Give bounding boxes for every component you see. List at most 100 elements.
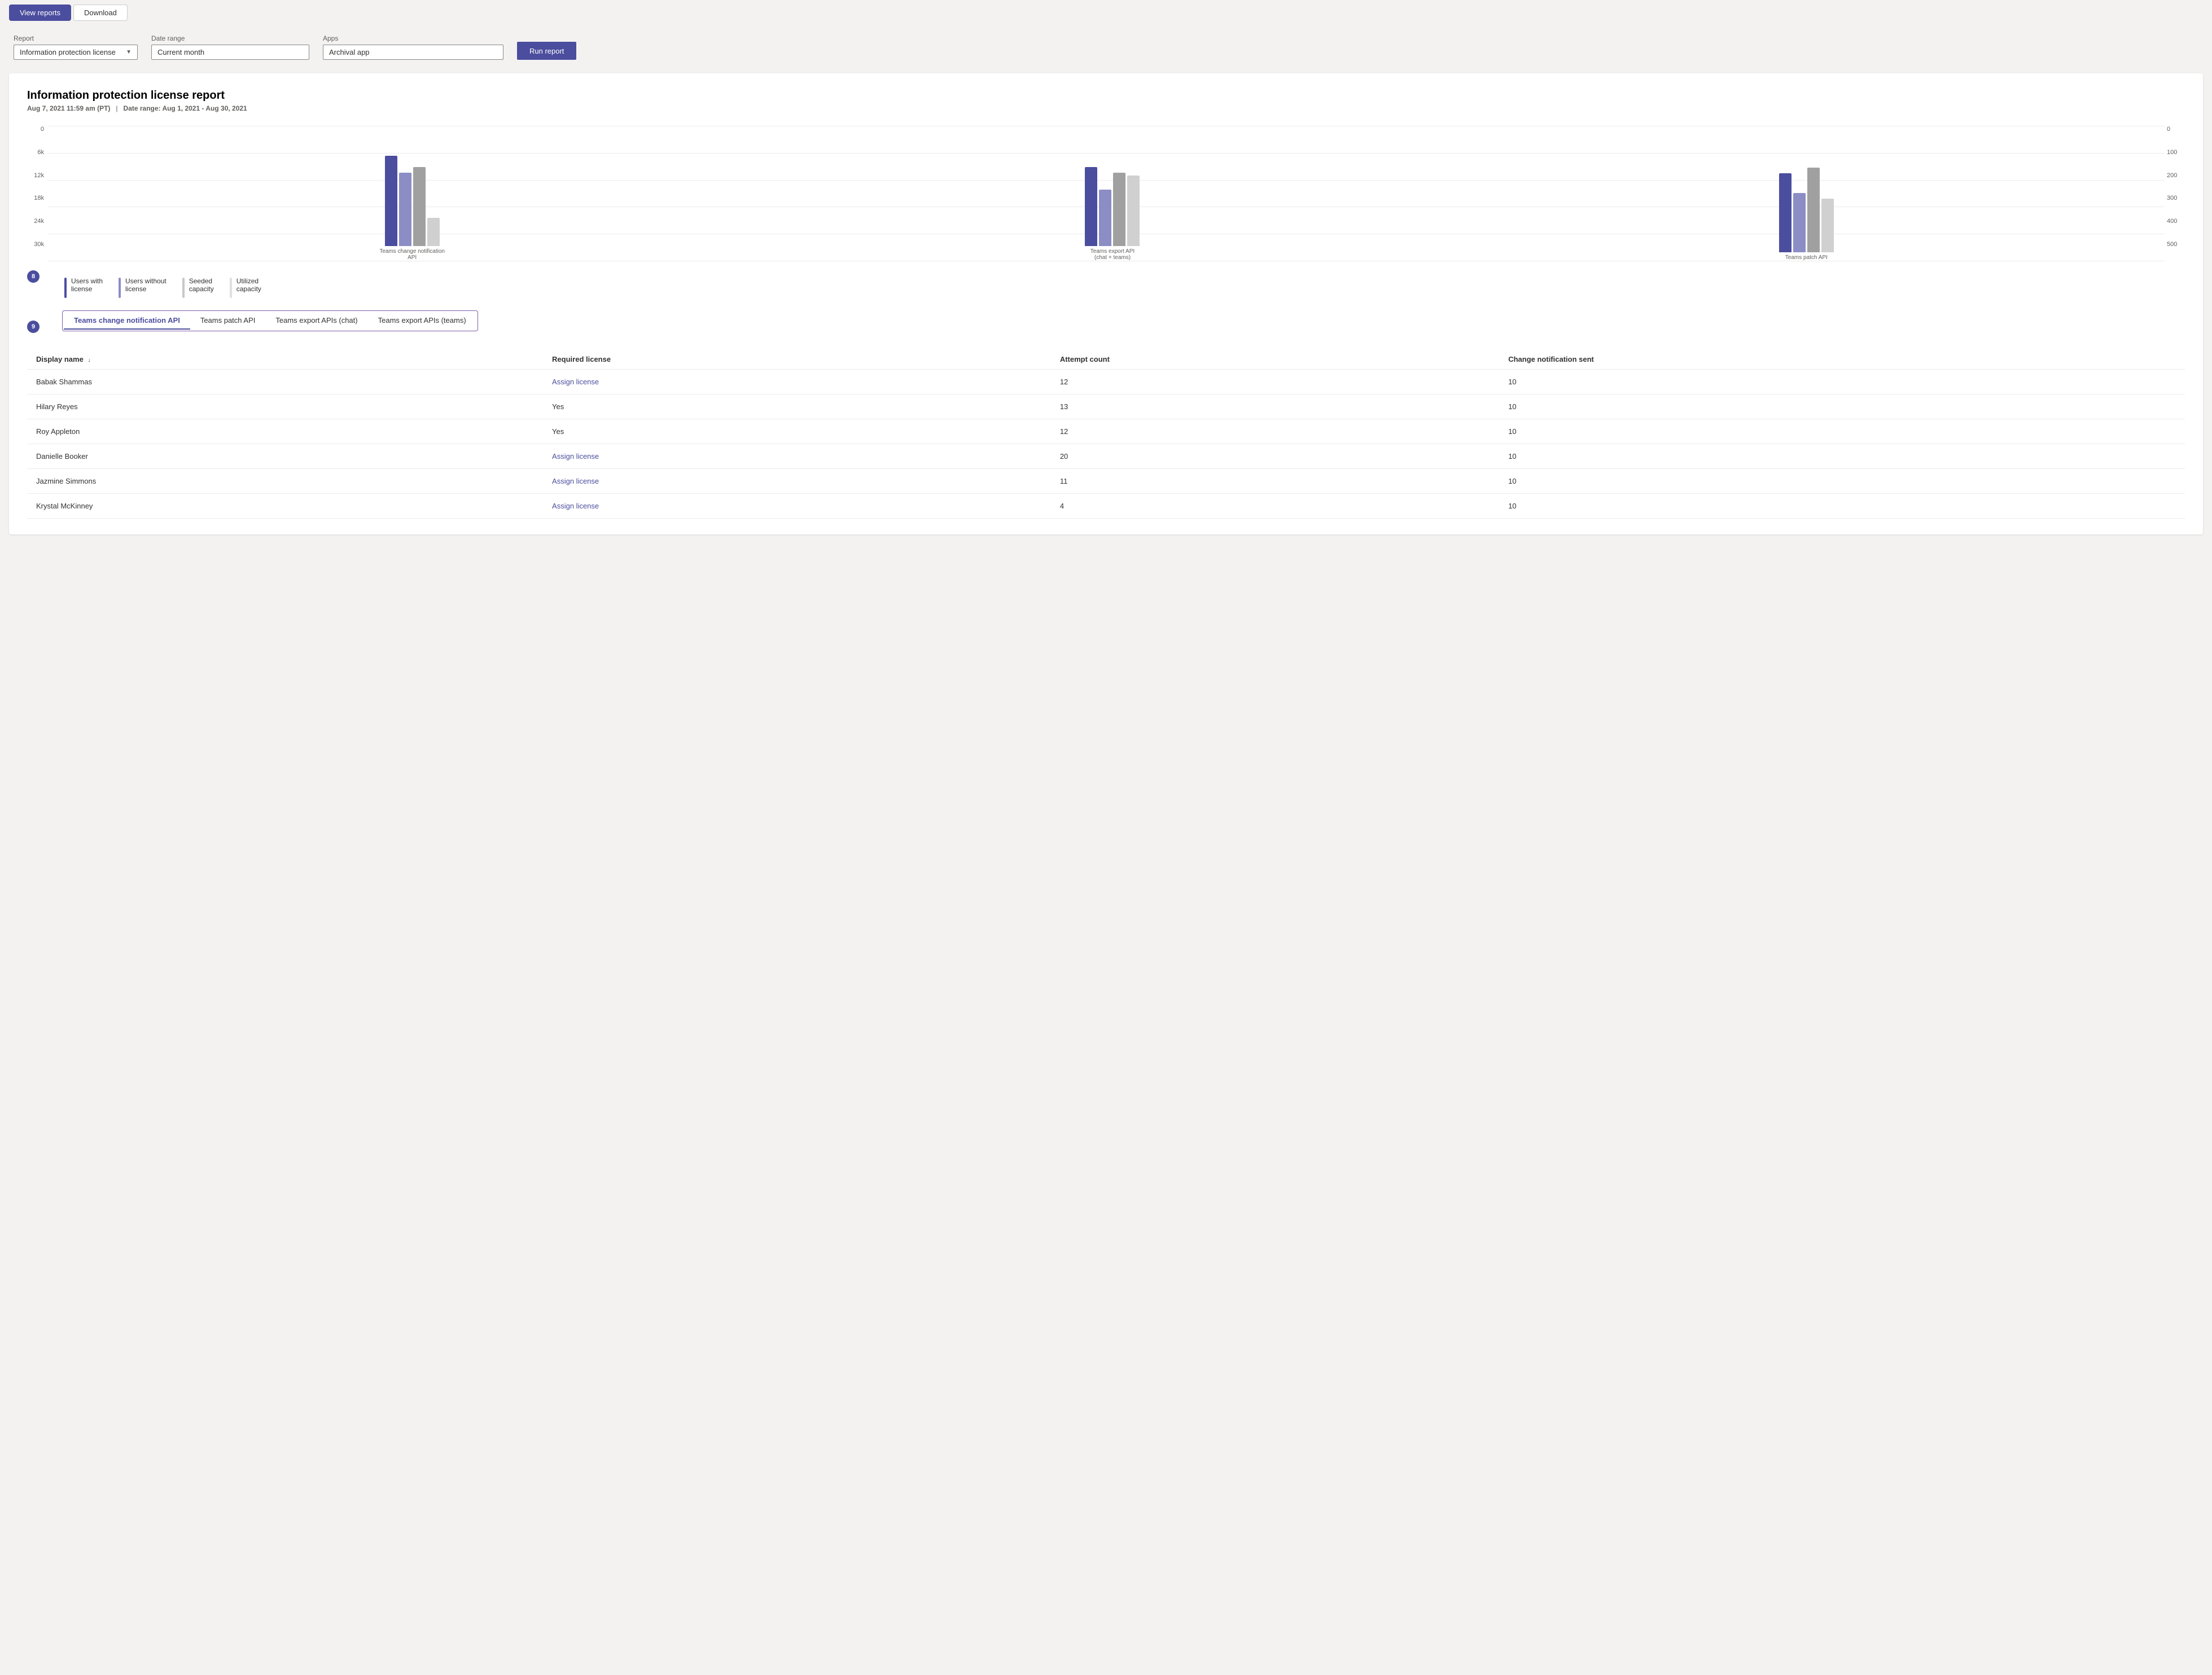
filter-bar: Report Information protection license ▼ … (0, 25, 2212, 69)
bar-group-teams-patch: Teams patch API (1779, 168, 1834, 261)
col-required-license: Required license (543, 349, 1051, 370)
bar-users-without-license (399, 173, 411, 246)
table-row: Krystal McKinney Assign license 410 (27, 494, 2185, 519)
chart-body: Teams change notification API Teams expo… (47, 126, 2165, 261)
tab-teams-patch[interactable]: Teams patch API (190, 312, 266, 330)
download-button[interactable]: Download (73, 5, 128, 21)
legend-label-utilized: Utilizedcapacity (236, 277, 261, 293)
date-range-filter-group: Date range Current month (151, 34, 309, 60)
cell-attempt-count: 12 (1051, 419, 1499, 444)
cell-required-license: Assign license (543, 494, 1051, 519)
legend-row: 8 Users withlicense Users withoutlicense… (27, 270, 2185, 309)
cell-display-name: Hilary Reyes (27, 394, 543, 419)
cell-display-name: Babak Shammas (27, 370, 543, 394)
cell-attempt-count: 4 (1051, 494, 1499, 519)
cell-required-license: Yes (543, 394, 1051, 419)
cell-change-notification-sent: 10 (1499, 394, 2185, 419)
legend-label-users-with: Users withlicense (71, 277, 103, 293)
assign-license-link[interactable]: Assign license (552, 378, 599, 386)
legend-item-users-with-license: Users withlicense (64, 277, 103, 298)
report-card: Information protection license report Au… (9, 73, 2203, 534)
cell-change-notification-sent: 10 (1499, 370, 2185, 394)
bar-utilized-capacity (427, 218, 440, 246)
report-select[interactable]: Information protection license ▼ (14, 45, 138, 60)
bar-group-label-2: Teams export API(chat + teams) (1090, 248, 1135, 261)
bar-patch-seeded (1807, 168, 1820, 252)
col-attempt-count: Attempt count (1051, 349, 1499, 370)
cell-display-name: Krystal McKinney (27, 494, 543, 519)
cell-attempt-count: 12 (1051, 370, 1499, 394)
bars-teams-export (1085, 167, 1140, 246)
bar-group-teams-export: Teams export API(chat + teams) (1085, 167, 1140, 261)
cell-display-name: Jazmine Simmons (27, 469, 543, 494)
chart-grid: 30k 24k 18k 12k 6k 0 (27, 126, 2185, 261)
date-range-select[interactable]: Current month (151, 45, 309, 60)
tab-teams-change-notification[interactable]: Teams change notification API (64, 312, 190, 330)
cell-attempt-count: 20 (1051, 444, 1499, 469)
bar-export-utilized (1127, 176, 1140, 246)
assign-license-link[interactable]: Assign license (552, 452, 599, 461)
cell-display-name: Danielle Booker (27, 444, 543, 469)
legend-label-seeded: Seededcapacity (189, 277, 214, 293)
tab-teams-export-teams[interactable]: Teams export APIs (teams) (368, 312, 476, 330)
tabs-row: 9 Teams change notification API Teams pa… (27, 310, 2185, 343)
cell-change-notification-sent: 10 (1499, 444, 2185, 469)
bars-teams-change (385, 156, 440, 246)
bar-group-teams-change: Teams change notification API (378, 156, 446, 261)
bars-teams-patch (1779, 168, 1834, 252)
cell-attempt-count: 11 (1051, 469, 1499, 494)
data-table: Display name ↓ Required license Attempt … (27, 349, 2185, 519)
legend-color-seeded (182, 278, 185, 298)
tab-teams-export-chat[interactable]: Teams export APIs (chat) (265, 312, 367, 330)
run-report-button[interactable]: Run report (517, 42, 576, 60)
report-date-range-value: Aug 1, 2021 - Aug 30, 2021 (162, 104, 247, 112)
bar-patch-utilized (1821, 199, 1834, 252)
bar-export-users-with (1085, 167, 1097, 246)
assign-license-link[interactable]: Assign license (552, 502, 599, 510)
bar-seeded-capacity (413, 167, 426, 246)
apps-filter-group: Apps Archival app (323, 34, 503, 60)
legend-item-seeded-capacity: Seededcapacity (182, 277, 214, 298)
y-axis-left: 30k 24k 18k 12k 6k 0 (27, 126, 47, 261)
step-8-badge: 8 (27, 270, 40, 283)
report-date-range-label: Date range: (124, 104, 163, 112)
apps-select-value: Archival app (329, 48, 497, 56)
y-axis-right: 500 400 300 200 100 0 (2165, 126, 2185, 261)
cell-display-name: Roy Appleton (27, 419, 543, 444)
legend-color-users-without (119, 278, 121, 298)
col-display-name[interactable]: Display name ↓ (27, 349, 543, 370)
cell-change-notification-sent: 10 (1499, 494, 2185, 519)
legend-color-utilized (230, 278, 232, 298)
chart-area: 30k 24k 18k 12k 6k 0 (27, 126, 2185, 261)
cell-change-notification-sent: 10 (1499, 469, 2185, 494)
cell-required-license: Assign license (543, 370, 1051, 394)
report-title: Information protection license report (27, 89, 2185, 102)
tabs-container: Teams change notification API Teams patc… (62, 310, 478, 331)
date-range-select-value: Current month (157, 48, 303, 56)
sort-icon-name: ↓ (87, 357, 90, 363)
view-reports-button[interactable]: View reports (9, 5, 71, 21)
apps-filter-label: Apps (323, 34, 503, 42)
report-select-value: Information protection license (20, 48, 121, 56)
legend-item-users-without-license: Users withoutlicense (119, 277, 167, 298)
apps-select[interactable]: Archival app (323, 45, 503, 60)
bar-patch-users-without (1793, 193, 1806, 252)
date-range-filter-label: Date range (151, 34, 309, 42)
step-9-badge: 9 (27, 321, 40, 333)
report-filter-group: Report Information protection license ▼ (14, 34, 138, 60)
bar-group-label-1: Teams change notification API (378, 248, 446, 261)
cell-attempt-count: 13 (1051, 394, 1499, 419)
report-generated-at: Aug 7, 2021 11:59 am (PT) (27, 104, 110, 112)
legend-item-utilized-capacity: Utilizedcapacity (230, 277, 261, 298)
chevron-down-icon: ▼ (126, 49, 132, 55)
table-row: Jazmine Simmons Assign license 1110 (27, 469, 2185, 494)
cell-change-notification-sent: 10 (1499, 419, 2185, 444)
cell-required-license: Assign license (543, 469, 1051, 494)
legend-color-users-with (64, 278, 67, 298)
chart-legend: Users withlicense Users withoutlicense S… (64, 277, 261, 298)
table-row: Danielle Booker Assign license 2010 (27, 444, 2185, 469)
cell-required-license: Yes (543, 419, 1051, 444)
table-row: Hilary ReyesYes1310 (27, 394, 2185, 419)
table-row: Roy AppletonYes1210 (27, 419, 2185, 444)
assign-license-link[interactable]: Assign license (552, 477, 599, 485)
